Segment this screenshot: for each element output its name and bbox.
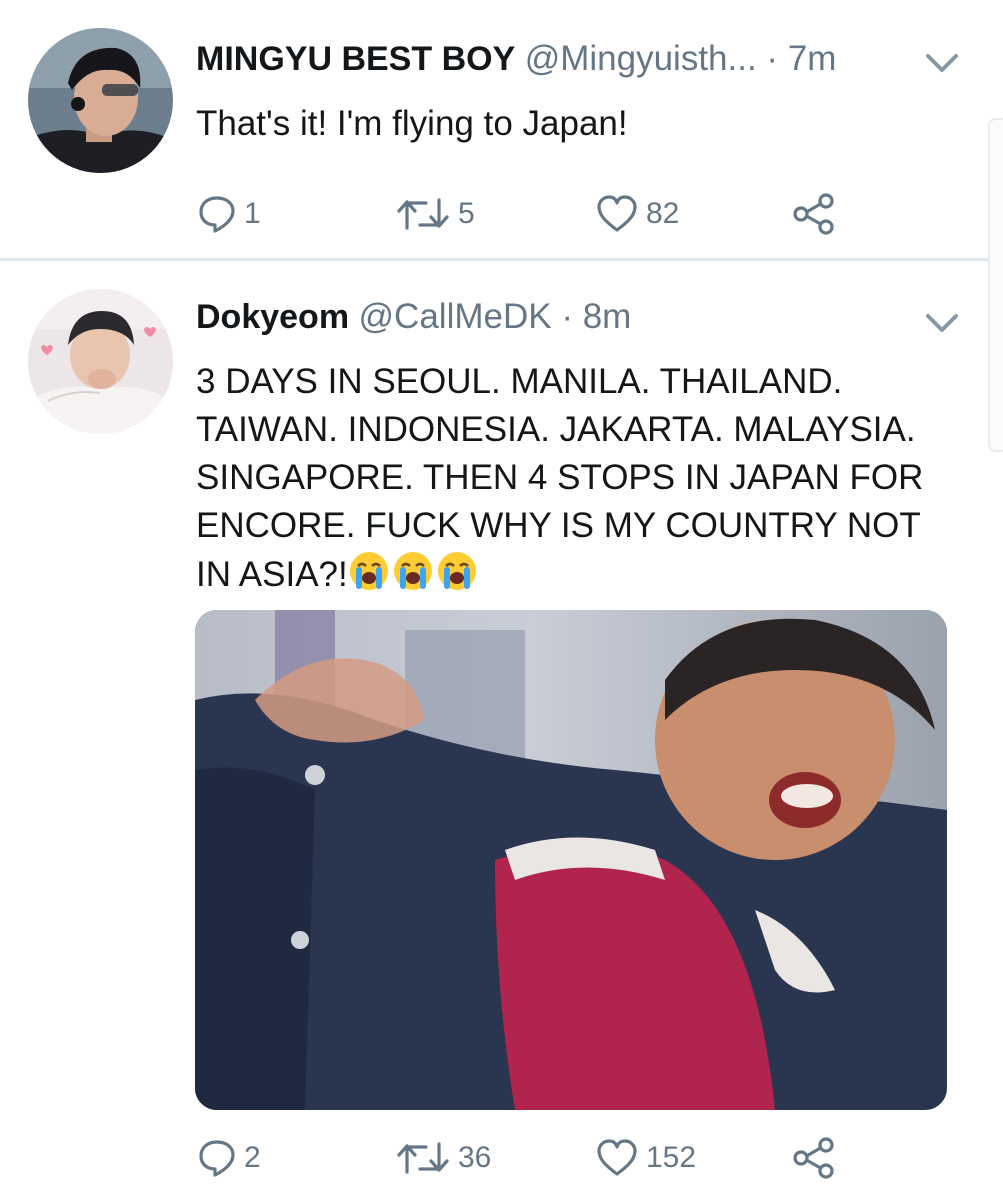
reply-button[interactable]: 1	[198, 192, 261, 236]
retweet-count: 5	[458, 197, 475, 230]
like-button[interactable]: 152	[596, 1136, 696, 1180]
retweet-button[interactable]: 5	[396, 192, 475, 236]
heart-icon	[597, 1139, 637, 1176]
share-button[interactable]	[792, 192, 836, 236]
tweet[interactable]: MINGYU BEST BOY @Mingyuisth... · 7m That…	[0, 0, 1003, 260]
reply-button[interactable]: 2	[198, 1136, 261, 1180]
timestamp[interactable]: 7m	[788, 39, 837, 78]
retweet-icon	[397, 198, 449, 230]
user-handle[interactable]: @Mingyuisth...	[525, 39, 757, 78]
tweet-text: That's it! I'm flying to Japan!	[196, 104, 628, 143]
avatar[interactable]	[28, 28, 173, 173]
reply-icon	[199, 196, 235, 233]
loudly-crying-face-icon	[349, 552, 388, 590]
separator: ·	[756, 39, 788, 78]
emoji-row	[348, 552, 480, 594]
like-count: 82	[646, 197, 680, 230]
retweet-button[interactable]: 36	[396, 1136, 491, 1180]
chevron-down-icon[interactable]	[925, 312, 959, 334]
heart-icon	[597, 195, 637, 232]
share-icon	[793, 193, 834, 235]
share-icon	[793, 1137, 834, 1179]
tweet-actions: 1 5 82	[196, 192, 896, 236]
tweet-header: MINGYU BEST BOY @Mingyuisth... · 7m	[196, 38, 893, 80]
user-handle[interactable]: @CallMeDK	[359, 297, 552, 336]
separator: ·	[551, 297, 583, 336]
tweet-text-body: 3 DAYS IN SEOUL. MANILA. THAILAND. TAIWA…	[196, 362, 924, 594]
tweet-divider	[0, 258, 1003, 261]
tweet-header: Dokyeom @CallMeDK · 8m	[196, 296, 893, 338]
loudly-crying-face-icon	[437, 552, 476, 590]
chevron-down-icon[interactable]	[925, 52, 959, 74]
retweet-count: 36	[458, 1141, 492, 1174]
loudly-crying-face-icon	[393, 552, 432, 590]
tweet[interactable]: Dokyeom @CallMeDK · 8m 3 DAYS IN SEOUL. …	[0, 262, 1003, 1200]
display-name[interactable]: Dokyeom	[196, 298, 349, 336]
reply-icon	[199, 1140, 235, 1177]
display-name[interactable]: MINGYU BEST BOY	[196, 40, 515, 78]
avatar[interactable]	[28, 289, 173, 434]
timestamp[interactable]: 8m	[583, 297, 632, 336]
tweet-actions: 2 36 152	[196, 1136, 896, 1180]
tweet-media-image[interactable]	[195, 610, 947, 1110]
reply-count: 2	[244, 1141, 261, 1174]
tweet-text: 3 DAYS IN SEOUL. MANILA. THAILAND. TAIWA…	[196, 358, 963, 599]
like-button[interactable]: 82	[596, 192, 679, 236]
reply-count: 1	[244, 197, 261, 230]
retweet-icon	[397, 1142, 449, 1174]
share-button[interactable]	[792, 1136, 836, 1180]
like-count: 152	[646, 1141, 697, 1174]
